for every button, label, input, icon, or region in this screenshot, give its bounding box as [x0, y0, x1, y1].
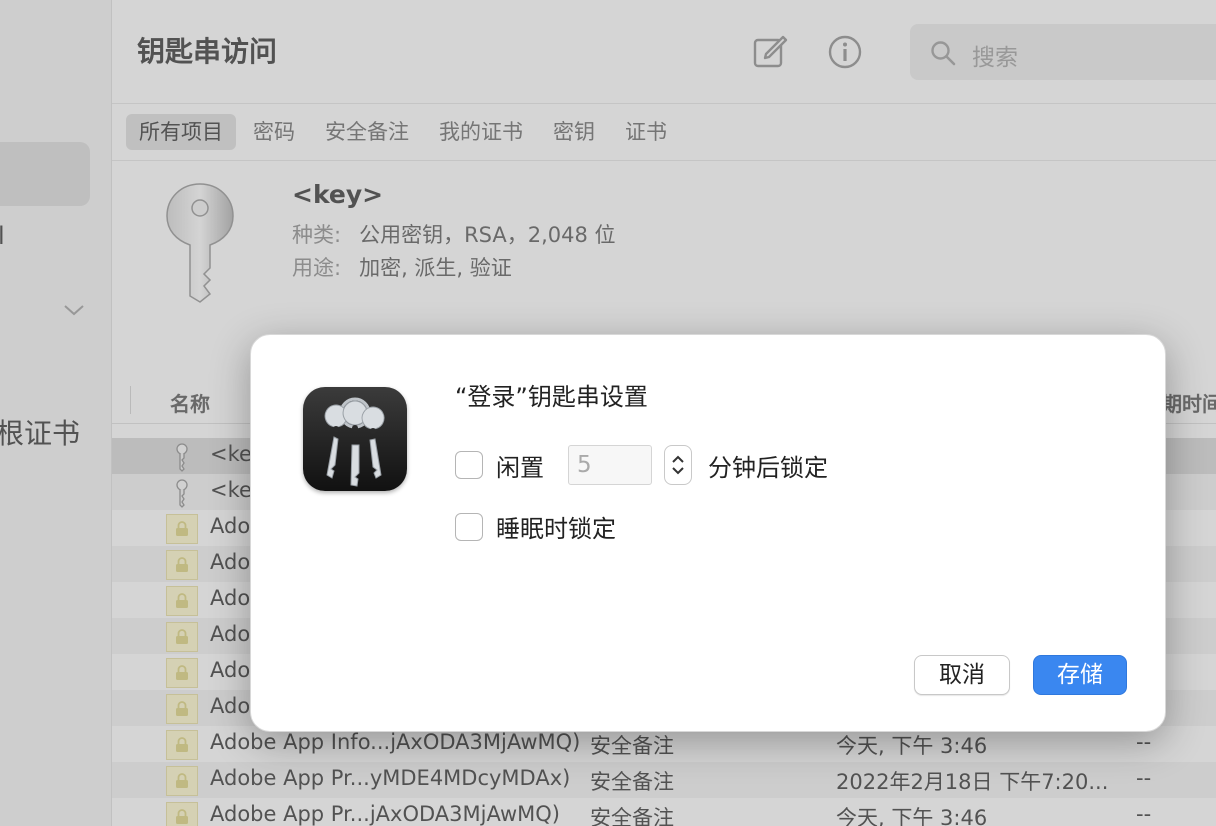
idle-checkbox[interactable] [455, 451, 483, 479]
dialog-title: “登录”钥匙串设置 [455, 383, 648, 411]
keychain-settings-dialog: “登录”钥匙串设置 闲置 5 分钟后锁定 睡眠时锁定 取消 存储 [250, 334, 1166, 732]
chevron-up-icon[interactable] [670, 453, 686, 465]
keychain-app-icon [303, 387, 407, 491]
idle-minutes-stepper[interactable] [664, 445, 692, 485]
save-button[interactable]: 存储 [1033, 655, 1127, 695]
chevron-down-icon[interactable] [670, 465, 686, 477]
idle-label: 闲置 [496, 453, 544, 482]
sleep-label: 睡眠时锁定 [496, 515, 616, 543]
sleep-checkbox[interactable] [455, 512, 483, 541]
idle-minutes-field[interactable]: 5 [568, 445, 652, 485]
cancel-button[interactable]: 取消 [914, 655, 1010, 695]
keys-icon [324, 397, 385, 487]
minutes-lock-label: 分钟后锁定 [708, 453, 828, 482]
sleep-lock-option: 睡眠时锁定 [455, 509, 616, 544]
idle-lock-option: 闲置 5 分钟后锁定 [455, 445, 828, 485]
